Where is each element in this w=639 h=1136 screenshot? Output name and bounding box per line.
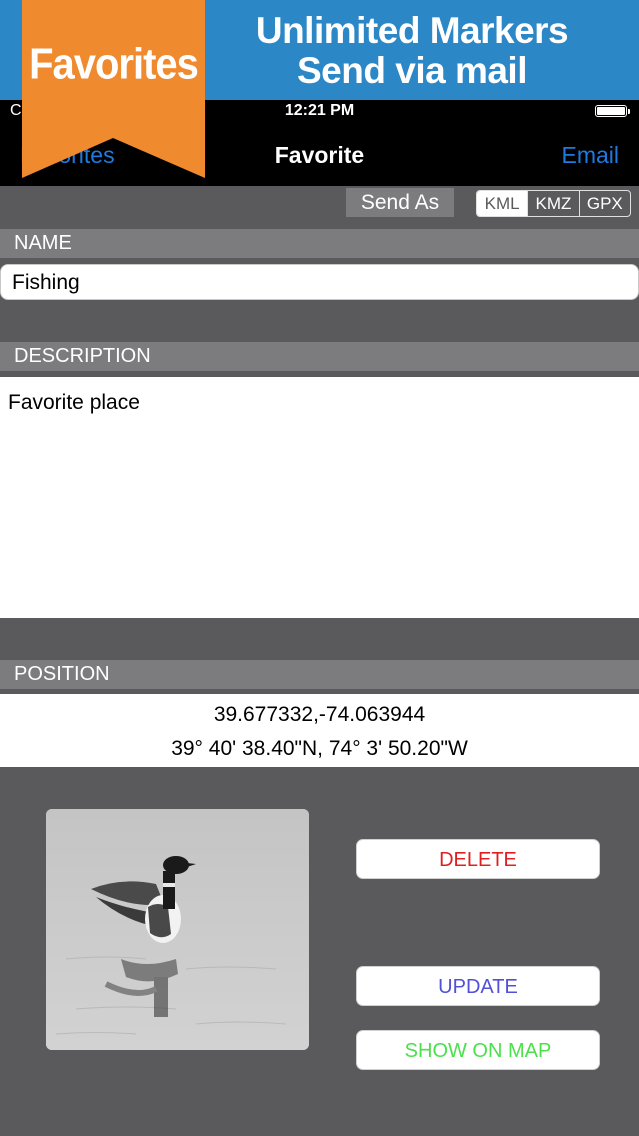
format-segmented-control: KML KMZ GPX: [476, 190, 631, 217]
format-option-kmz[interactable]: KMZ: [528, 191, 580, 216]
email-button[interactable]: Email: [561, 142, 619, 169]
description-section-header: DESCRIPTION: [0, 342, 639, 371]
description-textarea[interactable]: Favorite place: [0, 377, 639, 618]
app-screen: Unlimited Markers Send via mail C 12:21 …: [0, 0, 639, 1136]
update-button[interactable]: UPDATE: [356, 966, 600, 1006]
favorites-ribbon: Favorites: [22, 0, 205, 178]
name-section-header: NAME: [0, 229, 639, 258]
format-option-kml[interactable]: KML: [477, 191, 529, 216]
promo-headline-2: Send via mail: [297, 50, 528, 91]
format-option-gpx[interactable]: GPX: [580, 191, 630, 216]
send-as-bar: Send As KML KMZ GPX: [0, 186, 639, 230]
battery-icon: [595, 105, 630, 117]
ribbon-label: Favorites: [29, 39, 199, 89]
name-input[interactable]: Fishing: [0, 264, 639, 300]
position-box: 39.677332,-74.063944 39° 40' 38.40"N, 74…: [0, 694, 639, 767]
promo-headline-1: Unlimited Markers: [255, 10, 569, 51]
position-section-header: POSITION: [0, 660, 639, 689]
loon-bird-image-icon: [46, 809, 309, 1050]
delete-button[interactable]: DELETE: [356, 839, 600, 879]
show-on-map-button[interactable]: SHOW ON MAP: [356, 1030, 600, 1070]
position-decimal: 39.677332,-74.063944: [213, 703, 426, 726]
send-as-label: Send As: [346, 188, 454, 217]
position-dms: 39° 40' 38.40"N, 74° 3' 50.20"W: [171, 737, 468, 760]
marker-photo[interactable]: [46, 809, 309, 1050]
